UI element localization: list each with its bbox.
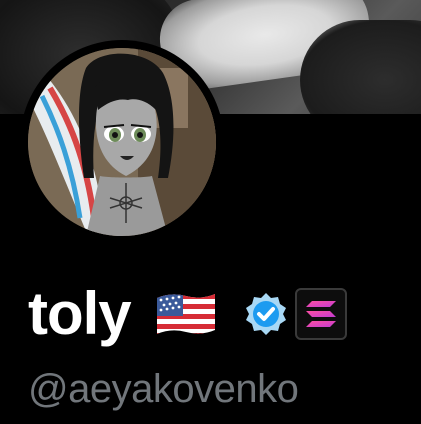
avatar-illustration bbox=[28, 48, 216, 236]
username-handle: @aeyakovenko bbox=[28, 367, 299, 411]
solana-logo-icon[interactable] bbox=[294, 288, 347, 340]
avatar[interactable] bbox=[28, 48, 216, 236]
flag-usa-icon bbox=[155, 290, 217, 338]
name-row: toly bbox=[28, 282, 347, 346]
avatar-border bbox=[20, 40, 224, 244]
verified-badge-icon[interactable] bbox=[243, 291, 289, 337]
profile-header: toly @aeyakovenko bbox=[0, 0, 421, 424]
display-name: toly bbox=[28, 280, 132, 347]
